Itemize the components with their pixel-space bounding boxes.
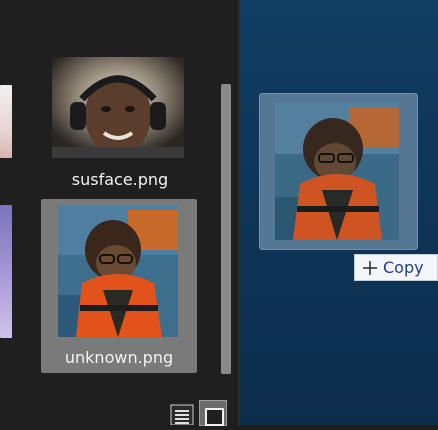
grid-view-button[interactable]: [199, 400, 227, 426]
file-thumbnail-unknown: [58, 205, 178, 337]
file-name-susface: susface.png: [71, 170, 169, 189]
plus-icon: [363, 260, 377, 275]
file-item-unknown[interactable]: unknown.png: [41, 199, 197, 373]
partial-thumbnail-top[interactable]: [0, 85, 12, 158]
copy-tooltip: Copy: [354, 254, 438, 281]
list-view-icon: [170, 404, 194, 426]
partial-thumbnail-bottom[interactable]: [0, 205, 12, 338]
file-item-susface[interactable]: susface.png: [42, 55, 192, 195]
drag-preview-image: [275, 102, 399, 240]
list-view-button[interactable]: [168, 403, 196, 429]
copy-tooltip-label: Copy: [383, 258, 424, 277]
boy-lifejacket-image: [58, 205, 178, 337]
scrollbar-thumb[interactable]: [221, 84, 231, 374]
grid-view-icon: [205, 408, 224, 426]
file-thumbnail-susface: [52, 57, 184, 158]
boy-lifejacket-image: [275, 102, 399, 240]
file-name-unknown: unknown.png: [64, 348, 174, 367]
drag-preview: [259, 93, 418, 250]
face-photo-image: [52, 57, 184, 158]
file-browser-panel: susface.png unknown.png: [0, 0, 238, 426]
